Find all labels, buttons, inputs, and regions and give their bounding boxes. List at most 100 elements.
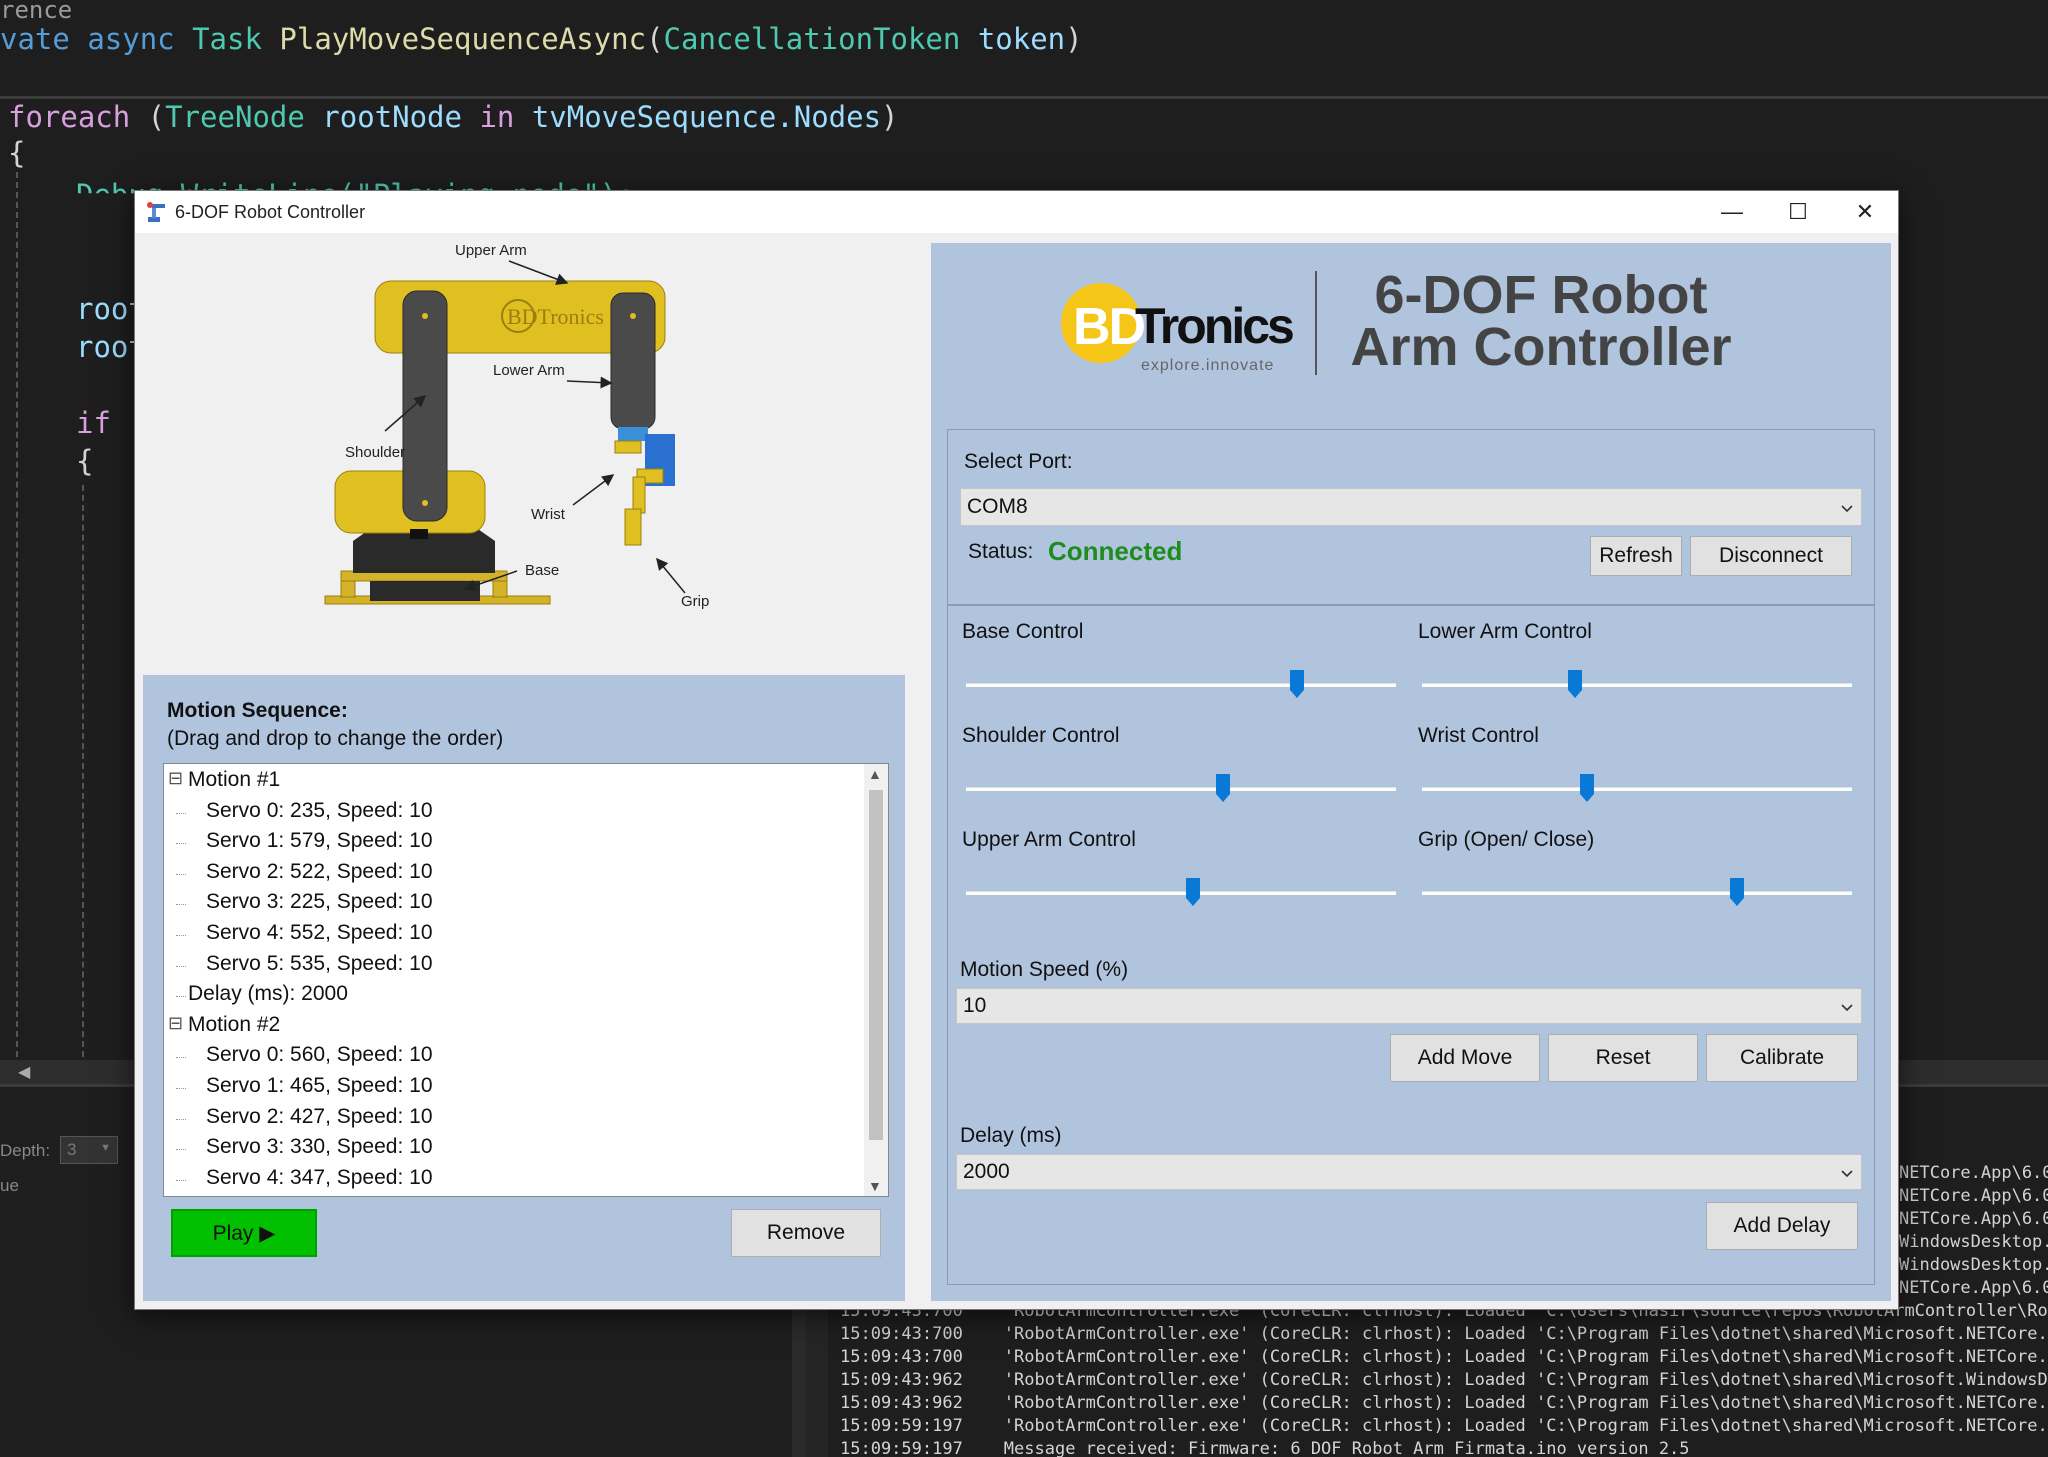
tree-child-node[interactable]: Servo 1: 465, Speed: 10 [206,1074,433,1098]
calibrate-button[interactable]: Calibrate [1706,1034,1858,1082]
controls-group: Base Control Lower Arm Control Shoulder Co… [947,605,1875,1285]
status-label: Status: [968,540,1034,563]
motion-sequence-tree[interactable]: Motion #1 ⊟ Servo 0: 235, Speed: 10 Servo 1… [163,763,889,1197]
tree-child-node[interactable]: Servo 4: 347, Speed: 10 [206,1166,433,1190]
tree-child-node[interactable]: Servo 0: 235, Speed: 10 [206,799,433,823]
tree-node[interactable]: Motion #2 [188,1013,280,1037]
wrist-label: Wrist [531,506,566,523]
wrist-shape [614,440,642,454]
tree-child-node[interactable]: Servo 2: 427, Speed: 10 [206,1105,433,1129]
app-title: 6-DOF Robot Arm Controller [1341,268,1741,374]
base-label: Base [525,562,559,579]
tree-node[interactable]: Motion #1 [188,768,280,792]
log-text: 'RobotArmController.exe' (CoreCLR: clrho… [1003,1370,2048,1390]
tree-child-node[interactable]: Servo 4: 552, Speed: 10 [206,921,433,945]
maximize-button[interactable]: ☐ [1765,191,1831,233]
brand-bd: BD [1073,298,1146,356]
play-button[interactable]: Play ▶ [171,1209,317,1257]
method-signature-line: vate async Task PlayMoveSequenceAsync(Ca… [0,22,1083,56]
brand-tagline: explore.innovate [1141,357,1275,374]
select-port-label: Select Port: [964,450,1073,473]
tree-node[interactable]: Delay (ms): 2000 [188,982,348,1006]
tree-node-label: Servo 1: 465, Speed: 10 [206,1074,433,1097]
shoulder-label: Shoulder [345,444,405,461]
refresh-button[interactable]: Refresh [1590,536,1682,576]
controller-panel: BD Tronics explore.innovate 6-DOF Robot … [931,243,1891,1301]
tree-connector [176,873,186,875]
collapse-icon[interactable]: ⊟ [168,768,183,789]
slider-thumb[interactable] [1729,878,1744,906]
slider[interactable] [966,670,1396,700]
slider-label: Lower Arm Control [1418,620,1592,643]
chevron-down-icon [1841,495,1853,519]
tree-node-label: Servo 2: 427, Speed: 10 [206,1104,433,1128]
delay-value: 2000 [963,1160,1010,1183]
tree-scrollbar[interactable]: ▲ ▼ [864,764,888,1196]
add-move-button[interactable]: Add Move [1390,1034,1540,1082]
chevron-down-icon [1841,994,1853,1018]
tree-child-node[interactable]: Servo 3: 225, Speed: 10 [206,890,433,914]
upper-arm-label: Upper Arm [455,242,527,259]
slider-track [1422,787,1852,791]
log-text: NETCore.App\6.0. [1899,1209,2048,1229]
tree-node-label: Motion #1 [188,768,281,791]
tree-node-label: Motion #2 [188,1012,281,1036]
scroll-up-icon[interactable]: ▲ [868,766,882,782]
disconnect-button[interactable]: Disconnect [1690,536,1852,576]
motion-speed-dropdown[interactable]: 10 [956,988,1862,1024]
slider-track [1422,891,1852,895]
slider-label: Base Control [962,620,1084,643]
log-line: 15:09:59:197 Message received: Firmware:… [840,1439,1690,1457]
port-selected: COM8 [967,495,1028,518]
log-text: NETCore.App\6.0. [1899,1186,2048,1206]
tree-node-label: Servo 2: 522, Speed: 10 [206,859,433,883]
slider-label: Wrist Control [1418,724,1539,747]
horizontal-scrollbar[interactable]: ◀ [0,1060,134,1084]
slider-thumb[interactable] [1290,670,1305,698]
collapse-icon[interactable]: ⊟ [168,1013,183,1034]
tree-child-node[interactable]: Servo 0: 560, Speed: 10 [206,1043,433,1067]
scroll-thumb[interactable] [869,790,883,1140]
slider-thumb[interactable] [1580,774,1595,802]
chevron-down-icon: ▼ [100,1142,111,1154]
slider[interactable] [1422,774,1852,804]
remove-button[interactable]: Remove [731,1209,881,1257]
close-button[interactable]: ✕ [1832,191,1898,233]
delay-dropdown[interactable]: 2000 [956,1154,1862,1190]
shoulder-link-shape [402,290,448,522]
log-line: 15:09:43:700 'RobotArmController.exe' (C… [840,1324,2048,1344]
depth-label: Depth: [0,1141,51,1160]
tree-connector [176,1149,186,1151]
tree-node-label: Servo 3: 330, Speed: 10 [206,1135,433,1159]
scroll-down-icon[interactable]: ▼ [868,1178,882,1194]
arm-logo-text: BDTronics [507,304,604,329]
tree-child-node[interactable]: Servo 1: 579, Speed: 10 [206,829,433,853]
grip-label: Grip [681,593,709,610]
title-bar[interactable]: 6-DOF Robot Controller — ☐ ✕ [135,191,1898,233]
tree-connector [176,935,186,936]
tree-child-node[interactable]: Servo 3: 330, Speed: 10 [206,1135,433,1159]
slider-track [966,683,1396,687]
slider[interactable] [966,878,1396,908]
port-dropdown[interactable]: COM8 [960,488,1862,526]
slider[interactable] [966,774,1396,804]
reset-button[interactable]: Reset [1548,1034,1698,1082]
log-text: 'RobotArmController.exe' (CoreCLR: clrho… [1003,1347,2048,1367]
log-time: 15:09:59:197 [840,1416,963,1436]
scroll-left-icon[interactable]: ◀ [18,1062,30,1082]
slider-thumb[interactable] [1567,670,1582,698]
minimize-button[interactable]: — [1699,191,1765,233]
slider-thumb[interactable] [1186,878,1201,906]
tree-node-label: Servo 0: 560, Speed: 10 [206,1043,433,1067]
tree-child-node[interactable]: Servo 5: 535, Speed: 10 [206,952,433,976]
slider-thumb[interactable] [1215,774,1230,802]
tree-child-node[interactable]: Servo 2: 522, Speed: 10 [206,860,433,884]
tree-connector [176,1088,186,1089]
add-delay-button[interactable]: Add Delay [1706,1202,1858,1250]
slider[interactable] [1422,670,1852,700]
log-line: WindowsDesktop.A [1899,1232,2048,1252]
depth-dropdown[interactable]: 3 ▼ [60,1136,118,1164]
horizontal-scrollbar-right [1899,1060,2048,1084]
slider[interactable] [1422,878,1852,908]
separator [0,96,2048,99]
